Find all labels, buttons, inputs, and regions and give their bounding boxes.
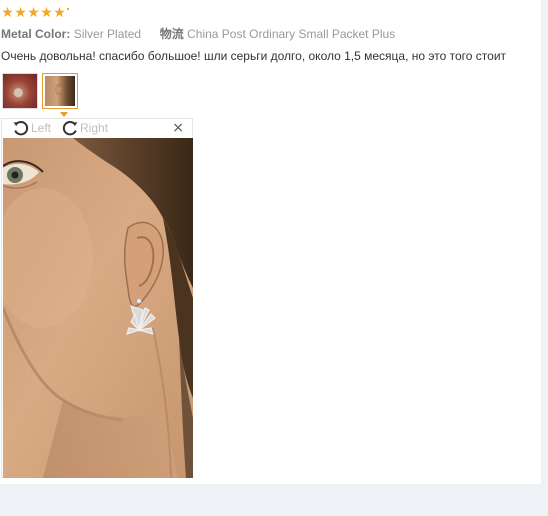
review-photo (3, 138, 193, 478)
viewer-toolbar: Left Right × (2, 119, 192, 137)
star-icon: ★ (40, 5, 53, 21)
rating-dot (67, 8, 69, 10)
star-icon: ★ (1, 5, 14, 21)
rotate-right-label: Right (80, 121, 109, 135)
logistics-label: 物流 (159, 27, 184, 41)
star-icon: ★ (27, 5, 40, 21)
order-attributes: Metal Color: Silver Plated 物流 China Post… (1, 27, 395, 41)
image-viewer: Left Right × (1, 118, 193, 478)
metal-color-label: Metal Color: (1, 27, 71, 41)
star-icon: ★ (14, 5, 27, 21)
rotate-left-label: Left (31, 121, 52, 135)
rotate-left-icon (13, 121, 29, 136)
earring-photo-image (3, 138, 193, 478)
selected-thumbnail-caret-icon (60, 112, 68, 117)
rotate-left-button[interactable]: Left (12, 119, 51, 137)
rating-stars: ★ ★ ★ ★ ★ (1, 6, 69, 20)
thumbnail-image (3, 74, 37, 108)
review-thumbnails (2, 73, 78, 109)
rotate-right-button[interactable]: Right (61, 119, 108, 137)
thumbnail-2-selected[interactable] (42, 73, 78, 109)
close-icon[interactable]: × (172, 119, 184, 137)
logistics-value: China Post Ordinary Small Packet Plus (187, 27, 396, 41)
thumbnail-image (45, 76, 75, 106)
thumbnail-1[interactable] (2, 73, 38, 109)
review-card: ★ ★ ★ ★ ★ Metal Color: Silver Plated 物流 … (0, 0, 541, 484)
review-text: Очень довольна! спасибо большое! шли сер… (1, 49, 507, 63)
rotate-right-icon (62, 121, 78, 136)
metal-color-value: Silver Plated (73, 27, 142, 41)
star-icon: ★ (53, 5, 66, 21)
